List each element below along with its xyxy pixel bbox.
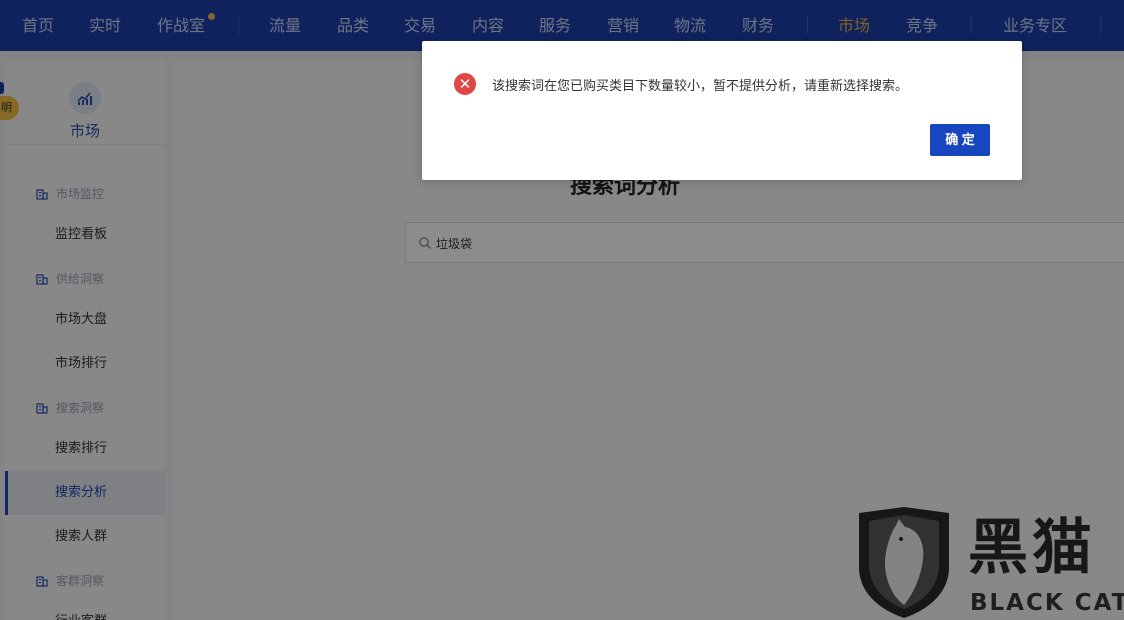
confirm-button[interactable]: 确 定 — [930, 124, 990, 156]
error-icon: ✕ — [454, 73, 476, 95]
error-dialog: ✕ 该搜索词在您已购买类目下数量较小，暂不提供分析，请重新选择搜索。 确 定 — [422, 41, 1022, 180]
dialog-message: 该搜索词在您已购买类目下数量较小，暂不提供分析，请重新选择搜索。 — [492, 79, 909, 94]
